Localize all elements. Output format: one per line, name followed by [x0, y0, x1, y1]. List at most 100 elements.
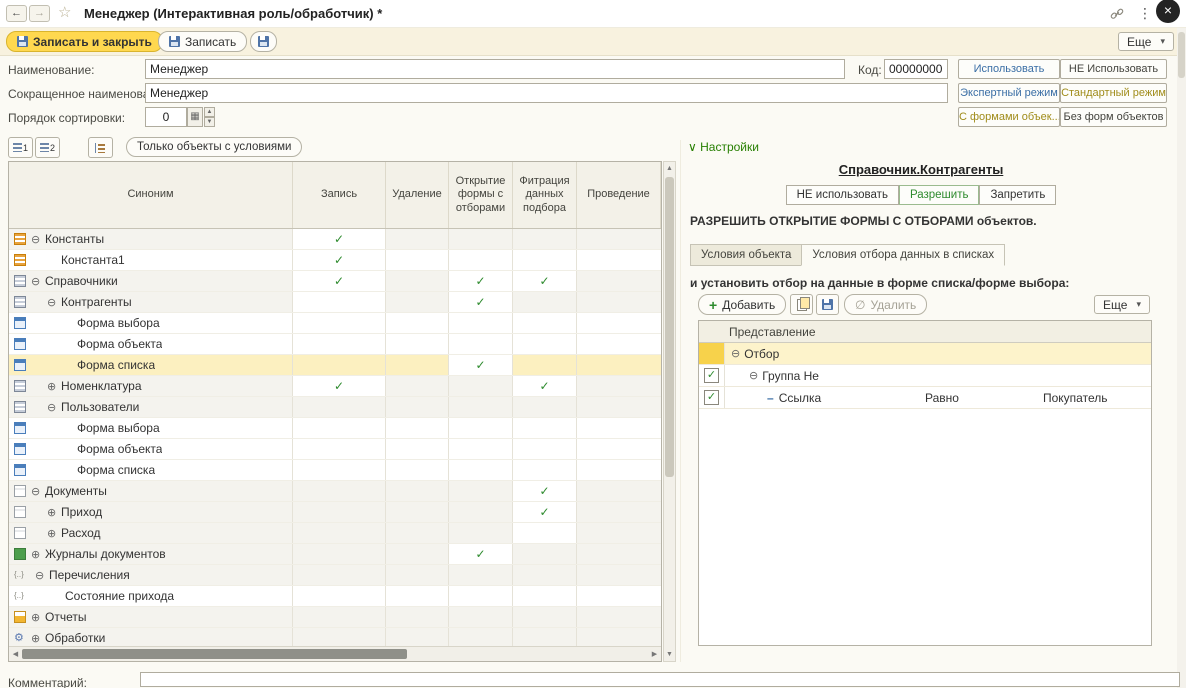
permission-cell[interactable] — [513, 355, 577, 375]
column-header-open-form[interactable]: Открытие формы с отборами — [449, 162, 513, 228]
permission-cell[interactable] — [513, 628, 577, 648]
tree-expander-icon[interactable]: ⊖ — [31, 275, 45, 288]
permission-cell[interactable] — [577, 565, 661, 585]
grid-row[interactable]: Форма списка✓ — [9, 355, 661, 376]
permission-cell[interactable] — [293, 481, 386, 501]
permission-cell[interactable] — [577, 544, 661, 564]
permission-cell[interactable] — [293, 607, 386, 627]
settings-group-toggle[interactable]: ∨ Настройки — [688, 140, 759, 154]
permission-cell[interactable] — [577, 586, 661, 606]
permission-cell[interactable] — [293, 628, 386, 648]
tree-expander-icon[interactable]: ⊕ — [47, 380, 61, 393]
permission-cell[interactable] — [513, 334, 577, 354]
scroll-up-icon[interactable]: ▲ — [664, 162, 675, 175]
permission-cell[interactable] — [577, 376, 661, 396]
permission-cell[interactable] — [386, 481, 449, 501]
grid-row[interactable]: ⊖Документы✓ — [9, 481, 661, 502]
tree-expander-icon[interactable]: ⊕ — [47, 506, 61, 519]
checkbox-checked-icon[interactable]: ✓ — [704, 390, 719, 405]
permission-cell[interactable] — [577, 481, 661, 501]
permission-cell[interactable] — [577, 502, 661, 522]
grid-row[interactable]: Форма объекта — [9, 334, 661, 355]
tree-expander-icon[interactable]: ⊕ — [31, 611, 45, 624]
permission-cell[interactable] — [449, 397, 513, 417]
grid-row-label[interactable]: ⊖Контрагенты — [9, 292, 293, 312]
name-input[interactable] — [145, 59, 845, 79]
grid-row[interactable]: Форма списка — [9, 460, 661, 481]
permission-cell[interactable] — [449, 523, 513, 543]
grid-row-label[interactable]: Форма списка — [9, 355, 293, 375]
permission-cell[interactable] — [293, 439, 386, 459]
permission-cell[interactable] — [577, 229, 661, 249]
grid-row[interactable]: Константа1✓ — [9, 250, 661, 271]
permission-cell[interactable] — [577, 439, 661, 459]
permission-cell[interactable] — [449, 502, 513, 522]
permission-cell[interactable] — [577, 628, 661, 648]
not-use-button[interactable]: НЕ Использовать — [1060, 59, 1167, 79]
permission-cell[interactable] — [386, 502, 449, 522]
permission-cell[interactable] — [293, 460, 386, 480]
save-button[interactable]: Записать — [158, 31, 247, 52]
permission-cell[interactable] — [293, 418, 386, 438]
column-header-synonym[interactable]: Синоним — [9, 162, 293, 228]
grid-row-label[interactable]: ⊕Обработки — [9, 628, 293, 648]
permission-cell[interactable] — [577, 397, 661, 417]
filter-row-label[interactable]: ⊖Отбор — [725, 343, 925, 364]
grid-row[interactable]: ⊖Перечисления — [9, 565, 661, 586]
tree-expander-icon[interactable]: ⊖ — [731, 347, 740, 360]
permission-cell[interactable] — [449, 565, 513, 585]
without-forms-button[interactable]: Без форм объектов — [1060, 107, 1167, 127]
permission-cell[interactable] — [386, 628, 449, 648]
grid-row-label[interactable]: Константа1 — [9, 250, 293, 270]
permission-cell[interactable] — [386, 334, 449, 354]
filter-row-comparison[interactable] — [925, 343, 1043, 364]
panel-splitter[interactable] — [680, 140, 681, 662]
permission-cell[interactable]: ✓ — [293, 229, 386, 249]
permission-cell[interactable]: ✓ — [449, 544, 513, 564]
column-header-write[interactable]: Запись — [293, 162, 386, 228]
permission-cell[interactable] — [449, 628, 513, 648]
permission-cell[interactable] — [386, 439, 449, 459]
horizontal-scrollbar[interactable]: ◀ ▶ — [9, 646, 661, 661]
sort-order-input[interactable] — [145, 107, 187, 127]
filter-row-value[interactable]: Покупатель — [1043, 387, 1151, 408]
filter-row-value[interactable] — [1043, 365, 1151, 386]
permission-cell[interactable] — [513, 439, 577, 459]
column-header-delete[interactable]: Удаление — [386, 162, 449, 228]
permission-cell[interactable] — [449, 376, 513, 396]
grid-row-label[interactable]: ⊖Справочники — [9, 271, 293, 291]
permission-cell[interactable] — [449, 607, 513, 627]
permission-cell[interactable] — [513, 544, 577, 564]
permission-cell[interactable]: ✓ — [293, 250, 386, 270]
filter-row[interactable]: ✓⊖Группа Не — [699, 365, 1151, 387]
scrollbar-thumb[interactable] — [22, 649, 407, 659]
permission-cell[interactable] — [513, 586, 577, 606]
permission-cell[interactable]: ✓ — [293, 376, 386, 396]
grid-row-label[interactable]: ⊖Перечисления — [9, 565, 293, 585]
with-forms-button[interactable]: С формами объек... — [958, 107, 1060, 127]
permission-cell[interactable]: ✓ — [513, 271, 577, 291]
permission-cell[interactable] — [386, 607, 449, 627]
permission-cell[interactable] — [449, 586, 513, 606]
permission-cell[interactable] — [577, 523, 661, 543]
permission-cell[interactable] — [513, 607, 577, 627]
grid-row[interactable]: Состояние прихода — [9, 586, 661, 607]
permission-cell[interactable] — [513, 229, 577, 249]
comment-input[interactable] — [140, 672, 1180, 687]
permission-cell[interactable] — [386, 271, 449, 291]
permission-cell[interactable] — [577, 313, 661, 333]
permission-cell[interactable] — [513, 250, 577, 270]
grid-row-label[interactable]: Форма объекта — [9, 334, 293, 354]
grid-row[interactable]: ⊕Отчеты — [9, 607, 661, 628]
grid-row[interactable]: ⊕Приход✓ — [9, 502, 661, 523]
scrollbar-thumb[interactable] — [665, 177, 674, 477]
grid-row[interactable]: Форма объекта — [9, 439, 661, 460]
sort-level-1-button[interactable]: 1 — [8, 137, 33, 158]
more-button[interactable]: Еще — [1118, 32, 1174, 51]
permission-cell[interactable] — [577, 250, 661, 270]
permission-cell[interactable] — [577, 271, 661, 291]
permission-cell[interactable]: ✓ — [513, 502, 577, 522]
grid-row[interactable]: ⊖Пользователи — [9, 397, 661, 418]
permission-cell[interactable] — [386, 418, 449, 438]
grid-row-label[interactable]: Форма выбора — [9, 313, 293, 333]
